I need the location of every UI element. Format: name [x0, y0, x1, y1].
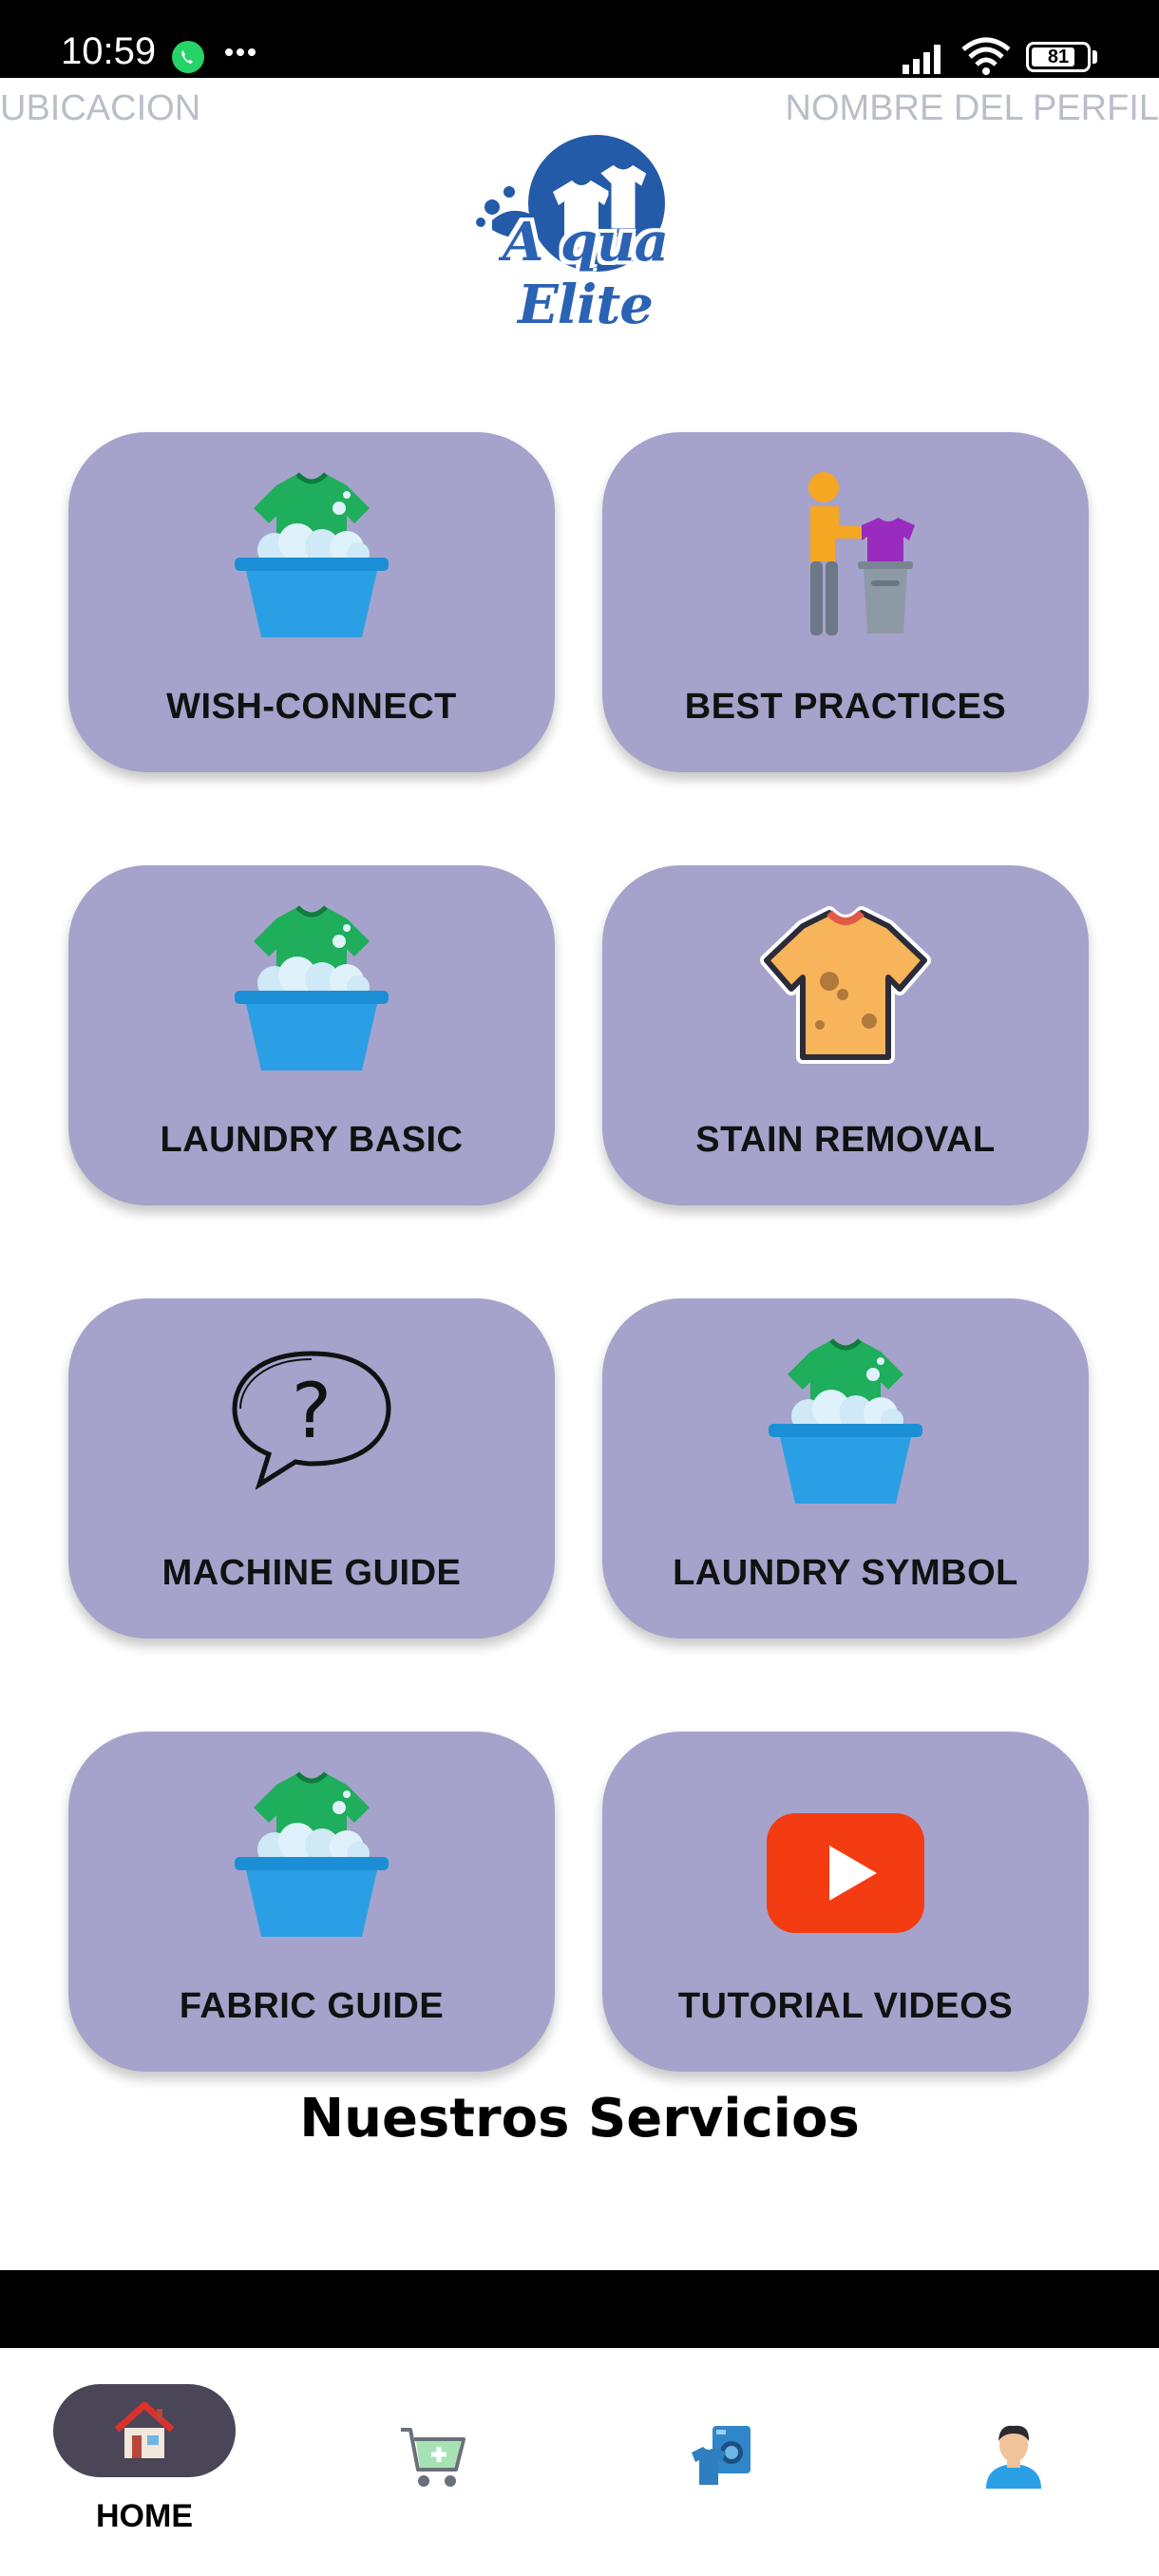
washing-service-icon[interactable] — [686, 2420, 756, 2491]
youtube-play-icon — [767, 1813, 924, 1933]
nav-home-button[interactable] — [53, 2384, 236, 2477]
wifi-icon — [961, 37, 1011, 75]
more-dots-icon — [225, 48, 256, 56]
menu-card-label: LAUNDRY SYMBOL — [673, 1553, 1018, 1593]
stained-shirt-icon — [760, 906, 931, 1064]
screen: 10:59 81 UBICACION NOMBRE DEL PERFIL A q… — [0, 0, 1159, 2576]
menu-card-machine-guide[interactable]: ? MACHINE GUIDE — [68, 1298, 555, 1638]
battery-icon: 81 — [1026, 42, 1091, 72]
person-folding-clothes-icon — [808, 472, 915, 635]
profile-name-label[interactable]: NOMBRE DEL PERFIL — [786, 87, 1159, 129]
question-bubble-icon: ? — [232, 1351, 391, 1490]
laundry-basin-icon — [221, 466, 402, 637]
menu-card-wish-connect[interactable]: WISH-CONNECT — [68, 432, 555, 772]
menu-card-laundry-basic[interactable]: LAUNDRY BASIC — [68, 865, 555, 1205]
menu-card-tutorial-videos[interactable]: TUTORIAL VIDEOS — [602, 1732, 1089, 2072]
location-label[interactable]: UBICACION — [0, 87, 200, 129]
laundry-basin-icon — [221, 1766, 402, 1937]
menu-card-label: MACHINE GUIDE — [162, 1553, 462, 1593]
cart-add-icon[interactable] — [397, 2422, 467, 2492]
user-avatar-icon[interactable] — [980, 2418, 1047, 2489]
menu-card-label: TUTORIAL VIDEOS — [677, 1986, 1014, 2026]
laundry-basin-icon — [221, 900, 402, 1070]
bottom-navigation: HOME — [0, 2348, 1159, 2576]
menu-card-label: WISH-CONNECT — [166, 687, 457, 727]
svg-text:?: ? — [292, 1367, 332, 1455]
menu-card-label: STAIN REMOVAL — [695, 1120, 996, 1160]
menu-card-label: FABRIC GUIDE — [179, 1986, 445, 2026]
menu-card-label: LAUNDRY BASIC — [160, 1120, 464, 1160]
signal-icon — [902, 45, 940, 74]
logo-text: A qua Elite — [502, 211, 669, 336]
nav-home-label[interactable]: HOME — [53, 2498, 236, 2535]
battery-level: 81 — [1047, 47, 1070, 67]
status-time: 10:59 — [61, 30, 157, 72]
menu-card-best-practices[interactable]: BEST PRACTICES — [602, 432, 1089, 772]
section-title: Nuestros Servicios — [299, 2088, 860, 2150]
menu-card-stain-removal[interactable]: STAIN REMOVAL — [602, 865, 1089, 1205]
home-icon — [114, 2401, 175, 2458]
menu-card-label: BEST PRACTICES — [684, 687, 1007, 727]
menu-card-laundry-symbol[interactable]: LAUNDRY SYMBOL — [602, 1298, 1089, 1638]
menu-card-fabric-guide[interactable]: FABRIC GUIDE — [68, 1732, 555, 2072]
app-logo: A qua Elite — [454, 135, 716, 336]
divider-band — [0, 2270, 1159, 2348]
status-bar: 10:59 81 — [0, 0, 1159, 78]
whatsapp-icon — [172, 41, 204, 73]
laundry-basin-icon — [755, 1333, 936, 1504]
